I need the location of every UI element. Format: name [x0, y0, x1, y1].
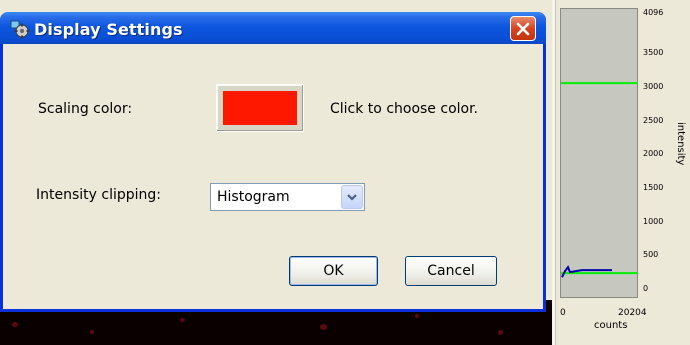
dialog-title: Display Settings [34, 20, 183, 39]
choose-color-hint: Click to choose color. [330, 101, 479, 117]
y-tick-label: 2000 [643, 149, 664, 159]
image-speck [415, 314, 419, 318]
scaling-color-label: Scaling color: [38, 101, 133, 117]
intensity-clipping-value: Histogram [217, 189, 290, 205]
histogram-overlay [561, 82, 638, 278]
y-tick-label: 4096 [643, 8, 664, 17]
x-axis-title: counts [594, 320, 628, 331]
y-tick-label: 3000 [643, 81, 664, 91]
dropdown-arrow-button[interactable] [341, 185, 363, 209]
close-icon [516, 22, 530, 35]
scaling-color-swatch [223, 91, 297, 125]
image-speck [12, 322, 18, 327]
ok-button[interactable]: OK [289, 256, 378, 286]
image-speck [320, 324, 327, 330]
y-tick-label: 500 [643, 250, 659, 260]
y-tick-label: 1500 [643, 182, 664, 192]
intensity-clipping-label: Intensity clipping: [36, 187, 162, 203]
y-tick-label: 3500 [643, 48, 664, 58]
intensity-clipping-select[interactable]: Histogram [210, 183, 365, 211]
image-speck [498, 330, 503, 335]
y-tick-label: 1000 [643, 216, 664, 226]
image-speck [90, 330, 94, 334]
y-axis-title: intensity [675, 122, 686, 166]
y-tick-label: 0 [643, 284, 649, 293]
image-speck [180, 318, 185, 322]
x-tick-label: 0 [560, 308, 566, 318]
x-tick-label: 20204 [618, 308, 647, 318]
chevron-down-icon [347, 194, 357, 201]
close-button[interactable] [510, 16, 536, 41]
gear-app-icon [10, 20, 30, 39]
scaling-color-button[interactable] [216, 84, 304, 132]
y-tick-label: 2500 [643, 115, 664, 125]
cancel-button[interactable]: Cancel [405, 256, 497, 286]
